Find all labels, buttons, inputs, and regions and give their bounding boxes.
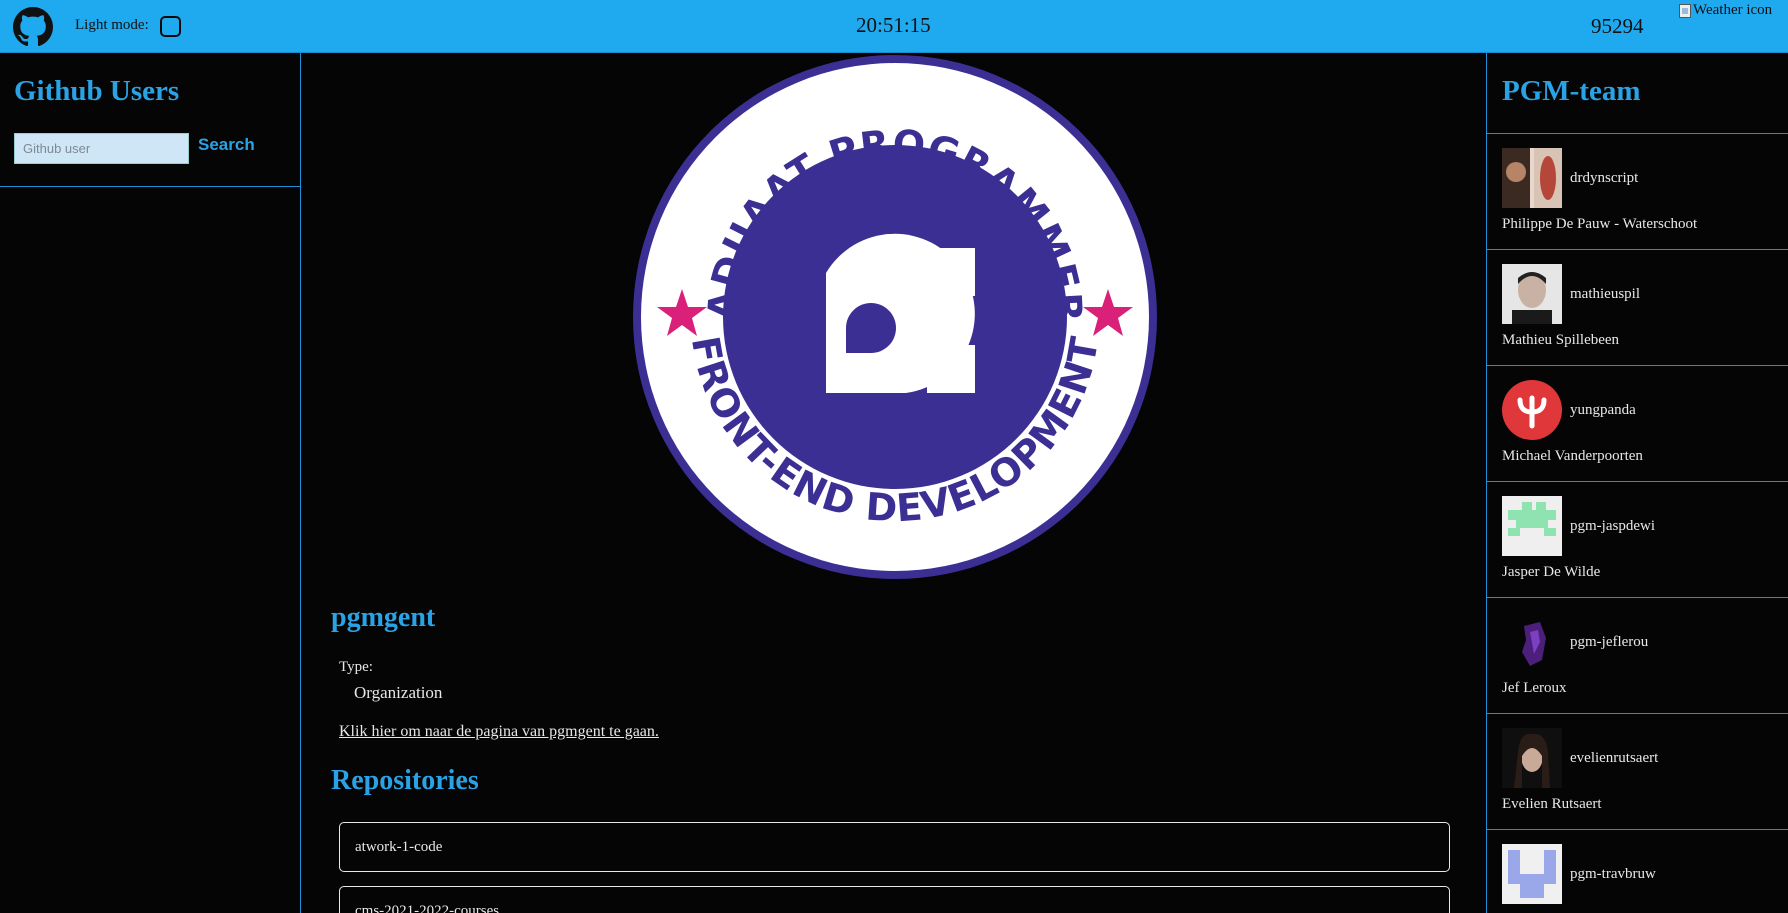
team-member[interactable]: drdynscript Philippe De Pauw - Waterscho… <box>1487 134 1788 250</box>
member-name: Jef Leroux <box>1502 680 1567 696</box>
repo-item[interactable]: cms-2021-2022-courses <box>339 886 1450 913</box>
weather-icon: Weather icon <box>1679 2 1772 19</box>
search-panel: Github Users Search <box>0 53 300 187</box>
team-member[interactable]: pgm-jeflerou Jef Leroux <box>1487 598 1788 714</box>
avatar <box>1502 496 1562 556</box>
member-login: yungpanda <box>1570 402 1636 418</box>
left-sidebar: Github Users Search <box>0 53 301 913</box>
member-login: pgm-jeflerou <box>1570 634 1649 650</box>
member-login: drdynscript <box>1570 170 1639 186</box>
avatar <box>1502 148 1562 208</box>
sidebar-title: Github Users <box>14 75 180 107</box>
member-login: evelienrutsaert <box>1570 750 1659 766</box>
team-member[interactable]: yungpanda Michael Vanderpoorten <box>1487 366 1788 482</box>
repo-item[interactable]: atwork-1-code <box>339 822 1450 872</box>
team-header: PGM-team <box>1487 53 1788 134</box>
member-login: pgm-travbruw <box>1570 866 1656 882</box>
top-bar: Light mode: 20:51:15 95294 Weather icon <box>0 0 1788 53</box>
zip-code: 95294 <box>1591 14 1644 38</box>
github-logo-icon[interactable] <box>13 7 53 47</box>
type-label: Type: <box>339 659 373 675</box>
badge-colon-top <box>927 248 975 296</box>
avatar <box>1502 264 1562 324</box>
badge-colon-bottom <box>927 345 975 393</box>
main-content: GRADUAAT PROGRAMMEREN FRONT-END DEVELOPM… <box>301 53 1487 913</box>
member-name: Jasper De Wilde <box>1502 564 1601 580</box>
member-name: Michael Vanderpoorten <box>1502 448 1643 464</box>
avatar <box>1502 728 1562 788</box>
search-input[interactable] <box>14 133 189 164</box>
right-sidebar: PGM-team drdynscript Philippe De Pauw - … <box>1486 53 1788 913</box>
member-login: mathieuspil <box>1570 286 1640 302</box>
member-name: Mathieu Spillebeen <box>1502 332 1620 348</box>
broken-image-icon <box>1679 3 1691 18</box>
team-member[interactable]: evelienrutsaert Evelien Rutsaert <box>1487 714 1788 830</box>
avatar <box>1502 380 1562 440</box>
team-member[interactable]: pgm-travbruw <box>1487 830 1788 913</box>
repo-name: cms-2021-2022-courses <box>355 902 500 913</box>
repositories-title: Repositories <box>331 765 479 796</box>
member-name: Philippe De Pauw - Waterschoot <box>1502 216 1698 232</box>
light-mode-label: Light mode: <box>75 17 149 33</box>
avatar <box>1502 844 1562 904</box>
weather-alt-text: Weather icon <box>1693 2 1773 18</box>
org-name: pgmgent <box>331 602 436 633</box>
org-avatar-badge: GRADUAAT PROGRAMMEREN FRONT-END DEVELOPM… <box>631 53 1157 579</box>
org-page-link[interactable]: Klik hier om naar de pagina van pgmgent … <box>339 723 659 741</box>
clock: 20:51:15 <box>856 13 931 37</box>
type-value: Organization <box>354 683 443 702</box>
member-name: Evelien Rutsaert <box>1502 796 1602 812</box>
team-member[interactable]: pgm-jaspdewi Jasper De Wilde <box>1487 482 1788 598</box>
repo-name: atwork-1-code <box>355 838 443 855</box>
avatar <box>1502 612 1562 672</box>
light-mode-checkbox[interactable] <box>160 16 181 37</box>
team-member[interactable]: mathieuspil Mathieu Spillebeen <box>1487 250 1788 366</box>
member-login: pgm-jaspdewi <box>1570 518 1655 534</box>
search-button[interactable]: Search <box>198 135 255 155</box>
team-title: PGM-team <box>1502 75 1641 107</box>
